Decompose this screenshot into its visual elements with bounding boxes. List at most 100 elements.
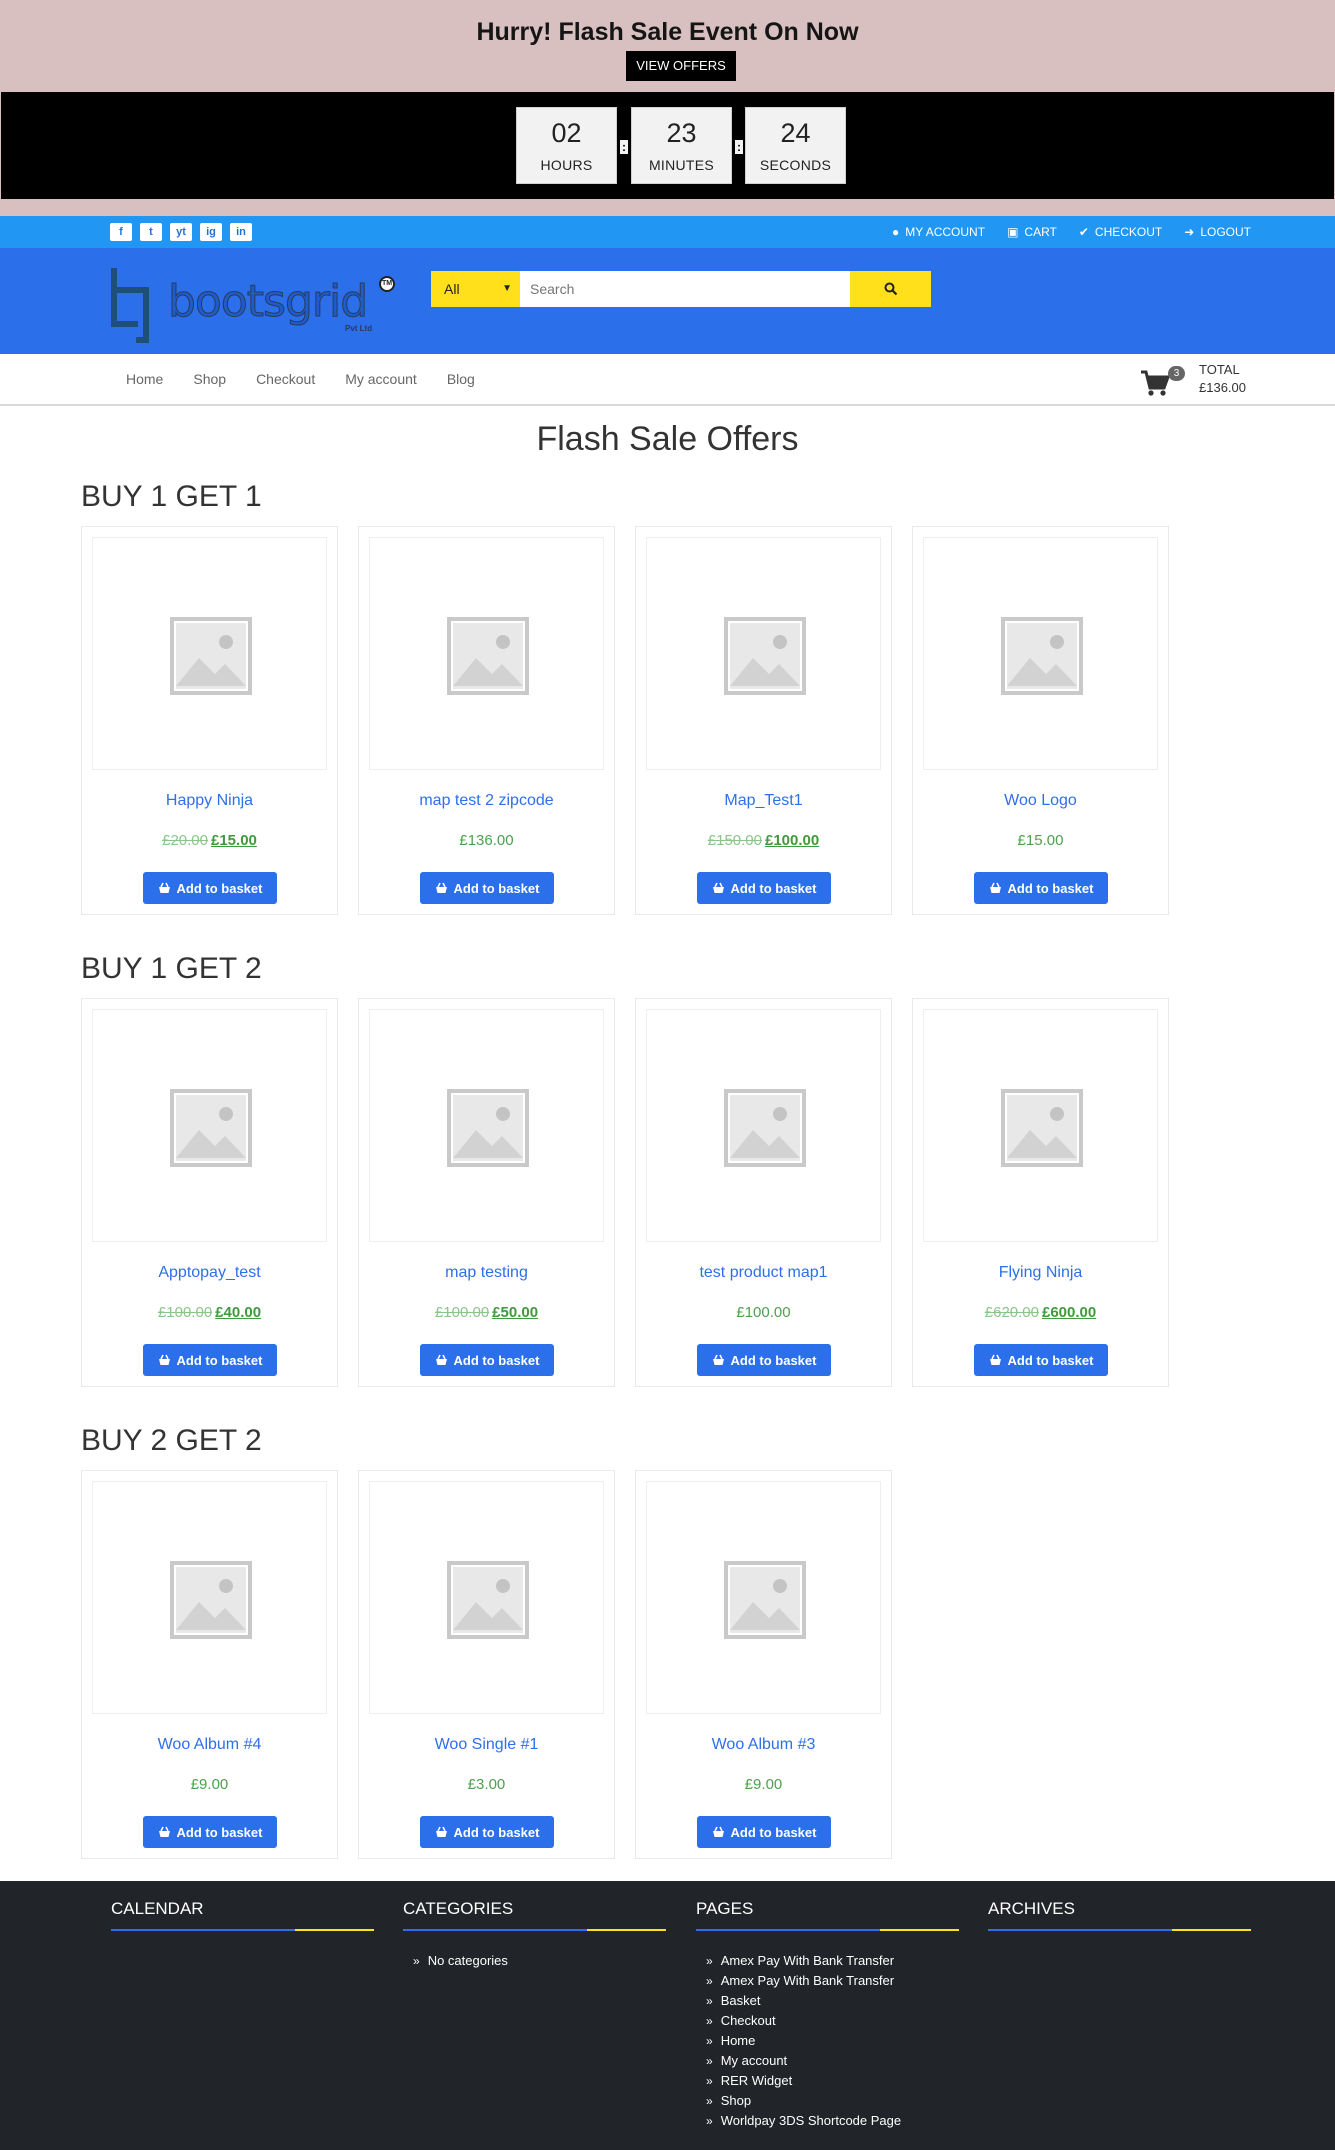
- footer-page-link[interactable]: » Shop: [706, 2091, 959, 2111]
- footer-categories: CATEGORIES » No categories: [403, 1899, 666, 1971]
- product-name-link[interactable]: Woo Album #3: [636, 1736, 891, 1754]
- social-links: f t yt ig in: [110, 223, 252, 241]
- product-name-link[interactable]: map test 2 zipcode: [359, 792, 614, 810]
- cart-label: CART: [1024, 225, 1057, 239]
- footer-page-link[interactable]: » My account: [706, 2051, 959, 2071]
- search-button[interactable]: [850, 271, 931, 307]
- footer-page-link[interactable]: » Amex Pay With Bank Transfer: [706, 1971, 959, 1991]
- image-placeholder-icon: [170, 617, 252, 695]
- product-price: £3.00: [467, 1776, 506, 1793]
- product-price-row: £100.00 £40.00: [82, 1304, 337, 1321]
- page-link-label: Worldpay 3DS Shortcode Page: [720, 2113, 902, 2128]
- footer-page-link[interactable]: » RER Widget: [706, 2071, 959, 2091]
- product-price-row: £620.00 £600.00: [913, 1304, 1168, 1321]
- product-name-link[interactable]: Woo Single #1: [359, 1736, 614, 1754]
- checkout-label: CHECKOUT: [1094, 225, 1163, 239]
- add-to-basket-label: Add to basket: [453, 1824, 540, 1840]
- product-price-row: £15.00: [913, 832, 1168, 849]
- original-price: £100.00: [157, 1304, 213, 1321]
- cart-link[interactable]: ▣ CART: [1007, 225, 1057, 239]
- footer-pages-title: PAGES: [696, 1899, 754, 1918]
- basket-icon: [158, 1826, 170, 1837]
- product-image[interactable]: [646, 537, 881, 770]
- product-price: £15.00: [1017, 832, 1064, 849]
- product-image[interactable]: [923, 537, 1158, 770]
- basket-icon: [435, 882, 447, 893]
- product-price-row: £20.00 £15.00: [82, 832, 337, 849]
- linkedin-icon[interactable]: in: [230, 223, 252, 241]
- mini-cart[interactable]: 3: [1140, 362, 1200, 398]
- footer-page-link[interactable]: » Home: [706, 2031, 959, 2051]
- logout-link[interactable]: ➜ LOGOUT: [1184, 225, 1251, 239]
- user-icon: ●: [892, 225, 900, 239]
- flash-sale-title: Hurry! Flash Sale Event On Now: [476, 18, 859, 46]
- main-navigation: Home Shop Checkout My account Blog 3 TOT…: [0, 354, 1335, 406]
- add-to-basket-button[interactable]: Add to basket: [420, 1816, 554, 1848]
- image-placeholder-icon: [447, 617, 529, 695]
- product-image[interactable]: [92, 1481, 327, 1714]
- footer-page-link[interactable]: » Basket: [706, 1991, 959, 2011]
- add-to-basket-button[interactable]: Add to basket: [143, 1344, 277, 1376]
- product-price: £9.00: [190, 1776, 229, 1793]
- footer-calendar-title: CALENDAR: [111, 1899, 204, 1918]
- original-price: £150.00: [707, 832, 762, 849]
- footer-page-link[interactable]: » Checkout: [706, 2011, 959, 2031]
- product-name-link[interactable]: Woo Album #4: [82, 1736, 337, 1754]
- nav-item-blog[interactable]: Blog: [447, 371, 475, 387]
- checkout-link[interactable]: ✔ CHECKOUT: [1079, 225, 1162, 239]
- product-image[interactable]: [369, 537, 604, 770]
- cart-total-value: £136.00: [1199, 380, 1246, 395]
- product-image[interactable]: [369, 1009, 604, 1242]
- nav-item-my-account[interactable]: My account: [345, 371, 417, 387]
- basket-icon: [712, 1826, 724, 1837]
- my-account-link[interactable]: ● MY ACCOUNT: [892, 225, 985, 239]
- add-to-basket-button[interactable]: Add to basket: [974, 1344, 1108, 1376]
- add-to-basket-button[interactable]: Add to basket: [143, 1816, 277, 1848]
- product-image[interactable]: [646, 1481, 881, 1714]
- search-category-select[interactable]: All ▼: [431, 271, 520, 307]
- youtube-icon[interactable]: yt: [170, 223, 192, 241]
- product-name-link[interactable]: Happy Ninja: [82, 792, 337, 810]
- nav-item-home[interactable]: Home: [126, 371, 163, 387]
- instagram-icon[interactable]: ig: [200, 223, 222, 241]
- add-to-basket-button[interactable]: Add to basket: [143, 872, 277, 904]
- facebook-icon[interactable]: f: [110, 223, 132, 241]
- product-image[interactable]: [369, 1481, 604, 1714]
- chevron-down-icon: ▼: [502, 283, 512, 294]
- footer-page-link[interactable]: » Amex Pay With Bank Transfer: [706, 1951, 959, 1971]
- nav-item-checkout[interactable]: Checkout: [256, 371, 315, 387]
- footer-page-link[interactable]: » Worldpay 3DS Shortcode Page: [706, 2111, 959, 2131]
- page-link-label: Home: [720, 2033, 756, 2048]
- add-to-basket-button[interactable]: Add to basket: [420, 872, 554, 904]
- product-name-link[interactable]: Apptopay_test: [82, 1264, 337, 1282]
- cart-total[interactable]: TOTAL £136.00: [1199, 361, 1246, 397]
- product-image[interactable]: [92, 537, 327, 770]
- countdown-minutes-value: 23: [666, 118, 697, 148]
- add-to-basket-button[interactable]: Add to basket: [974, 872, 1108, 904]
- product-image[interactable]: [646, 1009, 881, 1242]
- product-image[interactable]: [92, 1009, 327, 1242]
- product-card: Woo Logo £15.00 Add to basket: [912, 526, 1169, 915]
- double-chevron-right-icon: »: [706, 2034, 713, 2048]
- product-name-link[interactable]: Flying Ninja: [913, 1264, 1168, 1282]
- product-name-link[interactable]: Map_Test1: [636, 792, 891, 810]
- add-to-basket-button[interactable]: Add to basket: [697, 1344, 831, 1376]
- site-logo[interactable]: bootsgrid Pvt Ltd TM: [108, 260, 402, 346]
- search-input[interactable]: [520, 271, 850, 307]
- add-to-basket-button[interactable]: Add to basket: [697, 872, 831, 904]
- double-chevron-right-icon: »: [413, 1954, 420, 1968]
- nav-item-shop[interactable]: Shop: [193, 371, 226, 387]
- twitter-icon[interactable]: t: [140, 223, 162, 241]
- add-to-basket-button[interactable]: Add to basket: [420, 1344, 554, 1376]
- product-card: test product map1 £100.00 Add to basket: [635, 998, 892, 1387]
- image-placeholder-icon: [170, 1561, 252, 1639]
- add-to-basket-button[interactable]: Add to basket: [697, 1816, 831, 1848]
- product-name-link[interactable]: map testing: [359, 1264, 614, 1282]
- product-price-row: £150.00 £100.00: [636, 832, 891, 849]
- product-name-link[interactable]: test product map1: [636, 1264, 891, 1282]
- product-name-link[interactable]: Woo Logo: [913, 792, 1168, 810]
- product-image[interactable]: [923, 1009, 1158, 1242]
- page-link-label: RER Widget: [720, 2073, 793, 2088]
- view-offers-button[interactable]: VIEW OFFERS: [626, 51, 736, 81]
- footer-divider: [111, 1929, 374, 1931]
